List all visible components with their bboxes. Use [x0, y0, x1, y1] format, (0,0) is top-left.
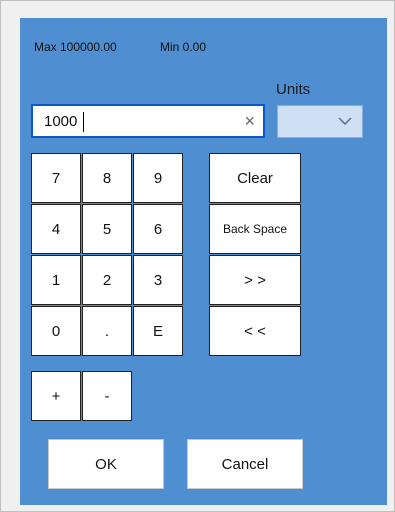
clear-button[interactable]: Clear: [209, 153, 301, 203]
key-plus[interactable]: +: [31, 371, 81, 421]
key-3[interactable]: 3: [133, 255, 183, 305]
key-8[interactable]: 8: [82, 153, 132, 203]
key-6[interactable]: 6: [133, 204, 183, 254]
keypad-panel: Max 100000.00 Min 0.00 Units 1000 × 7 8 …: [20, 18, 387, 505]
dialog-window: Max 100000.00 Min 0.00 Units 1000 × 7 8 …: [0, 0, 395, 512]
key-4[interactable]: 4: [31, 204, 81, 254]
key-9[interactable]: 9: [133, 153, 183, 203]
max-value-label: Max 100000.00: [34, 40, 117, 54]
key-exponent[interactable]: E: [133, 306, 183, 356]
key-decimal[interactable]: .: [82, 306, 132, 356]
key-7[interactable]: 7: [31, 153, 81, 203]
cursor-back-button[interactable]: < <: [209, 306, 301, 356]
key-2[interactable]: 2: [82, 255, 132, 305]
backspace-button[interactable]: Back Space: [209, 204, 301, 254]
ok-button[interactable]: OK: [48, 439, 164, 489]
key-minus[interactable]: -: [82, 371, 132, 421]
chevron-down-icon: [338, 117, 352, 125]
value-input-text: 1000: [44, 113, 78, 130]
key-1[interactable]: 1: [31, 255, 81, 305]
cursor-forward-button[interactable]: > >: [209, 255, 301, 305]
value-input[interactable]: 1000 ×: [31, 104, 265, 138]
units-label: Units: [276, 81, 311, 98]
key-5[interactable]: 5: [82, 204, 132, 254]
cancel-button[interactable]: Cancel: [187, 439, 303, 489]
min-value-label: Min 0.00: [160, 40, 207, 54]
key-0[interactable]: 0: [31, 306, 81, 356]
units-dropdown[interactable]: [277, 105, 363, 138]
text-caret: [83, 112, 84, 132]
clear-input-icon[interactable]: ×: [244, 111, 255, 131]
